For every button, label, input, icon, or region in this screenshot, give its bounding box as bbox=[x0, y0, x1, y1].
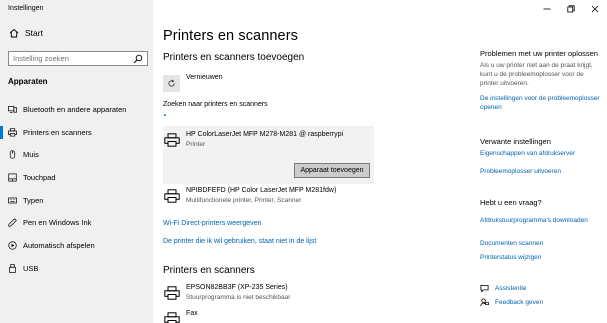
download-drivers-link[interactable]: Afdrukstuurprogramma's downloaden bbox=[480, 216, 600, 225]
troubleshoot-title: Problemen met uw printer oplossen bbox=[480, 49, 598, 58]
troubleshooter-settings-link[interactable]: De instellingen voor de probleemoplosser… bbox=[480, 94, 600, 112]
related-settings-title: Verwante instellingen bbox=[480, 137, 551, 146]
mouse-icon bbox=[9, 150, 16, 159]
sidebar-item-mouse[interactable]: Muis bbox=[0, 143, 153, 166]
printers-list-title: Printers en scanners bbox=[163, 265, 255, 276]
main-content: Printers en scanners Printers en scanner… bbox=[153, 0, 607, 323]
refresh-icon bbox=[168, 79, 175, 87]
refresh-button[interactable] bbox=[163, 75, 180, 92]
sidebar-item-label: Automatisch afspelen bbox=[23, 240, 95, 250]
home-label: Start bbox=[25, 28, 43, 38]
bluetooth-icon bbox=[8, 105, 17, 113]
sidebar-item-label: Muis bbox=[23, 150, 39, 160]
help-title: Hebt u een vraag? bbox=[480, 198, 542, 207]
wifi-direct-link[interactable]: Wi-Fi Direct-printers weergeven bbox=[163, 220, 261, 227]
sidebar-item-label: Pen en Windows Ink bbox=[23, 218, 92, 228]
sidebar-item-autoplay[interactable]: Automatisch afspelen bbox=[0, 234, 153, 257]
printer-icon bbox=[164, 286, 180, 300]
printer-type: Multifunctionele printer, Printer, Scann… bbox=[186, 197, 302, 204]
sidebar-item-label: Touchpad bbox=[23, 172, 56, 182]
printer-name: EPSON82BB3F (XP-235 Series) bbox=[186, 284, 288, 291]
usb-icon bbox=[9, 263, 16, 273]
searching-label: Zoeken naar printers en scanners bbox=[163, 101, 268, 108]
fax-icon bbox=[164, 312, 180, 323]
sidebar-section-title: Apparaten bbox=[8, 77, 48, 86]
sidebar-item-label: Printers en scanners bbox=[23, 127, 92, 137]
print-server-properties-link[interactable]: Eigenschappen van afdrukserver bbox=[480, 149, 600, 158]
close-icon bbox=[591, 5, 599, 13]
touchpad-icon bbox=[8, 173, 17, 182]
feedback-icon bbox=[480, 298, 489, 307]
search-box[interactable] bbox=[8, 51, 148, 66]
found-printer-card[interactable]: HP ColorLaserJet MFP M278-M281 @ raspber… bbox=[163, 126, 374, 184]
sidebar-nav: Bluetooth en andere apparaten Printers e… bbox=[0, 98, 153, 280]
home-icon bbox=[9, 28, 19, 38]
printer-type: Printer bbox=[186, 141, 206, 148]
printer-icon bbox=[164, 189, 180, 203]
restore-icon bbox=[567, 5, 575, 13]
sidebar-item-usb[interactable]: USB bbox=[0, 257, 153, 280]
printer-status: Stuurprogramma is niet beschikbaar bbox=[186, 294, 291, 301]
minimize-icon bbox=[543, 8, 551, 10]
restore-button[interactable] bbox=[559, 2, 583, 16]
printer-icon bbox=[164, 133, 180, 147]
printer-name: Fax bbox=[186, 310, 198, 317]
autoplay-icon bbox=[8, 241, 17, 250]
sidebar-item-pen[interactable]: Pen en Windows Ink bbox=[0, 211, 153, 234]
page-title: Printers en scanners bbox=[163, 28, 298, 44]
add-device-button[interactable]: Apparaat toevoegen bbox=[294, 163, 370, 178]
printer-status-link[interactable]: Printerstatus wijzigen bbox=[480, 253, 600, 262]
home-nav-item[interactable]: Start bbox=[9, 26, 43, 40]
pen-icon bbox=[8, 218, 17, 227]
refresh-control[interactable]: Vernieuwen bbox=[163, 74, 223, 92]
printer-name: HP ColorLaserJet MFP M278-M281 @ raspber… bbox=[186, 131, 344, 138]
troubleshoot-text: Als u uw printer niet aan de praat krijg… bbox=[480, 62, 593, 87]
close-button[interactable] bbox=[583, 2, 607, 16]
feedback-link[interactable]: Feedback geven bbox=[480, 298, 543, 307]
minimize-button[interactable] bbox=[535, 2, 559, 16]
window-controls bbox=[535, 2, 607, 16]
sidebar-item-touchpad[interactable]: Touchpad bbox=[0, 166, 153, 189]
app-title: Instellingen bbox=[8, 5, 44, 12]
sidebar: Instellingen Start Apparaten Bluetooth e… bbox=[0, 0, 153, 323]
sidebar-item-label: Typen bbox=[23, 195, 44, 205]
printer-name: NPIBDFEFD (HP Color LaserJet MFP M281fdw… bbox=[186, 187, 337, 194]
sidebar-item-label: Bluetooth en andere apparaten bbox=[23, 104, 127, 114]
printer-icon bbox=[8, 127, 17, 136]
settings-window: Instellingen Start Apparaten Bluetooth e… bbox=[0, 0, 607, 323]
chat-help-icon bbox=[480, 284, 489, 293]
sidebar-item-typing[interactable]: Typen bbox=[0, 189, 153, 212]
add-section-title: Printers en scanners toevoegen bbox=[163, 52, 305, 63]
assist-label: Assistentie bbox=[495, 285, 527, 292]
printer-not-listed-link[interactable]: De printer die ik wil gebruiken, staat n… bbox=[163, 238, 316, 245]
refresh-label: Vernieuwen bbox=[186, 74, 223, 81]
assist-link[interactable]: Assistentie bbox=[480, 284, 526, 293]
scan-documents-link[interactable]: Documenten scannen bbox=[480, 239, 600, 248]
run-troubleshooter-link[interactable]: Probleemoplosser uitvoeren bbox=[480, 167, 600, 176]
sidebar-item-label: USB bbox=[23, 263, 39, 273]
search-icon[interactable] bbox=[133, 54, 143, 64]
progress-dots bbox=[164, 114, 166, 116]
sidebar-item-printers[interactable]: Printers en scanners bbox=[0, 121, 153, 144]
sidebar-item-bluetooth[interactable]: Bluetooth en andere apparaten bbox=[0, 98, 153, 121]
keyboard-icon bbox=[8, 197, 17, 203]
feedback-label: Feedback geven bbox=[495, 299, 544, 306]
search-input[interactable] bbox=[13, 53, 129, 64]
